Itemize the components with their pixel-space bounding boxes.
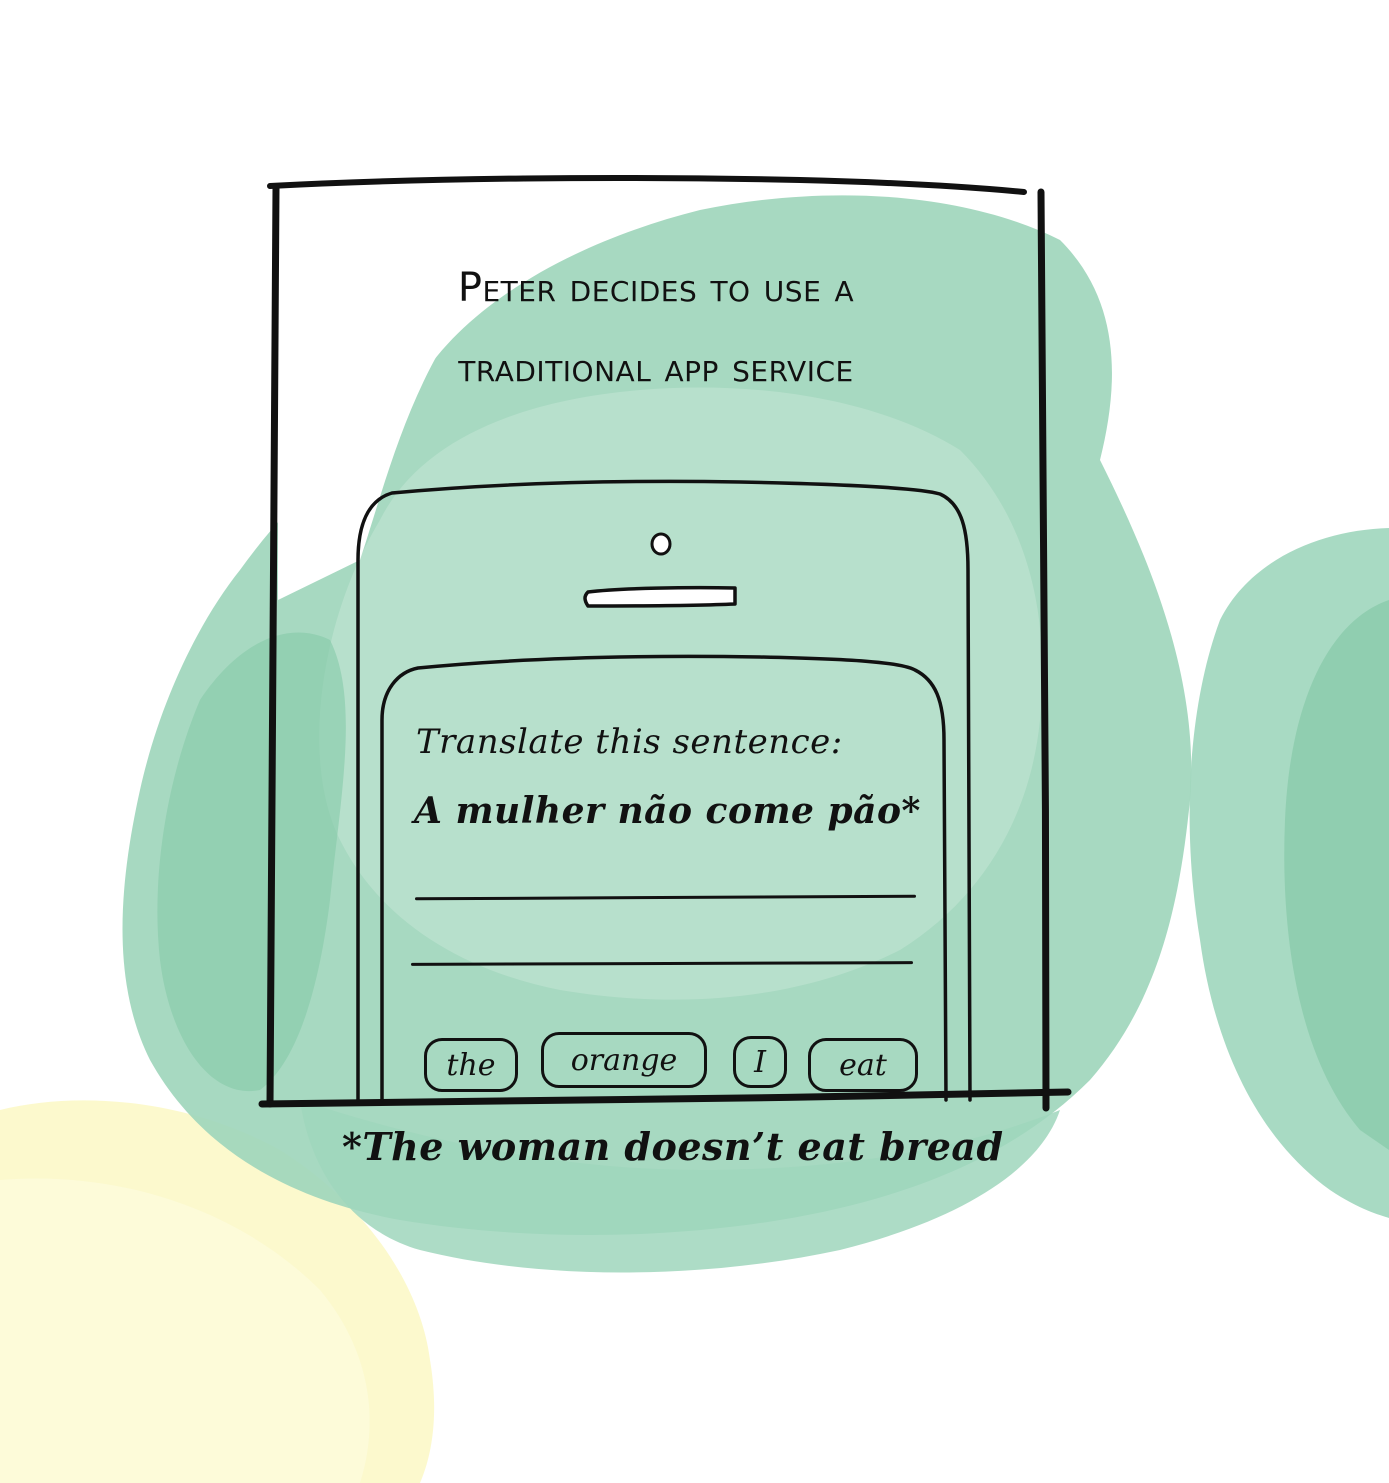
word-chip-i[interactable]: I xyxy=(733,1036,787,1088)
word-chip-orange[interactable]: orange xyxy=(541,1032,707,1088)
comic-panel-stage: Peter decides to use a traditional app s… xyxy=(0,0,1389,1483)
green-wash-main-light xyxy=(319,387,1043,1000)
panel-title-line-2: traditional app service xyxy=(458,345,854,391)
panel-title-line-1: Peter decides to use a xyxy=(457,265,855,311)
word-chip-eat[interactable]: eat xyxy=(808,1038,918,1092)
translate-prompt-label: Translate this sentence: xyxy=(416,722,843,762)
translation-footnote: *The woman doesn’t eat bread xyxy=(342,1124,1004,1169)
word-chip-the[interactable]: the xyxy=(424,1038,518,1092)
panel-frame-top xyxy=(267,175,1027,195)
source-sentence: A mulher não come pão* xyxy=(414,790,921,832)
panel-title: Peter decides to use a traditional app s… xyxy=(300,248,1012,408)
phone-speaker xyxy=(583,585,737,608)
phone-camera xyxy=(650,532,672,556)
